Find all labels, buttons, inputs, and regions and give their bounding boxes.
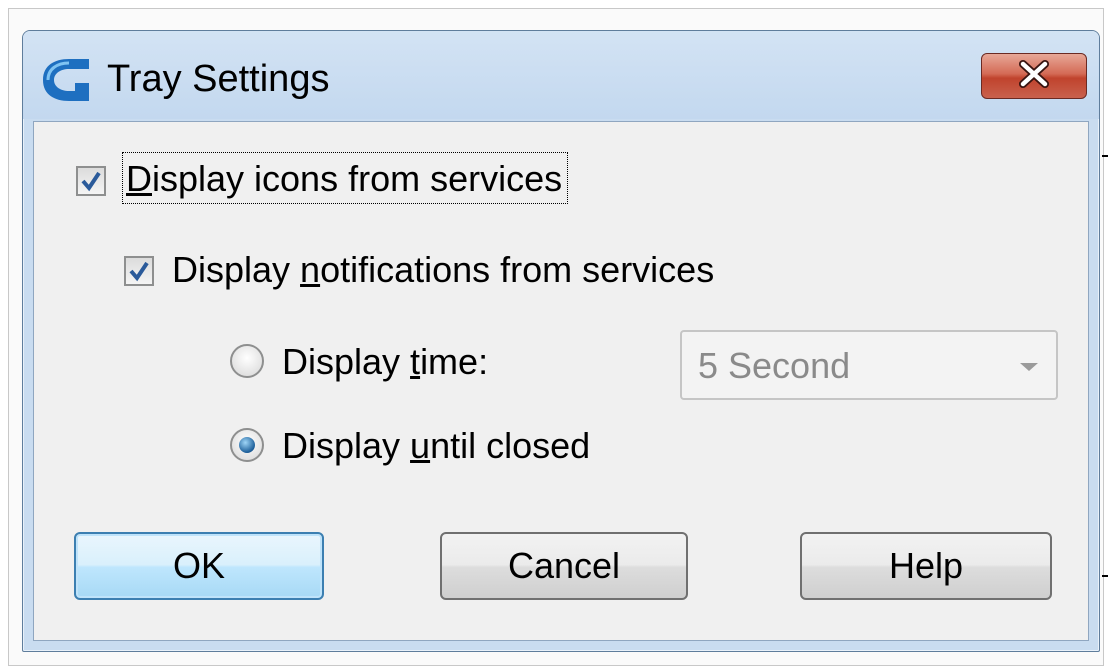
cancel-button[interactable]: Cancel xyxy=(440,532,688,600)
display-time-select[interactable]: 5 Second xyxy=(680,330,1058,400)
background-edge-mark xyxy=(1102,575,1108,577)
checkmark-icon xyxy=(81,171,101,192)
app-logo-icon xyxy=(39,57,91,103)
close-button[interactable] xyxy=(981,53,1087,99)
display-until-closed-radio[interactable] xyxy=(230,428,264,462)
chevron-down-icon xyxy=(1018,360,1040,378)
background-edge-mark xyxy=(1102,155,1108,157)
ok-button[interactable]: OK xyxy=(74,532,324,600)
window-title: Tray Settings xyxy=(107,58,330,100)
display-icons-label[interactable]: Display icons from services xyxy=(126,157,562,201)
display-time-value: 5 Second xyxy=(698,345,851,386)
checkmark-icon xyxy=(129,261,149,282)
display-time-radio[interactable] xyxy=(230,344,264,378)
title-bar[interactable]: Tray Settings xyxy=(23,31,1099,119)
display-icons-checkbox[interactable] xyxy=(76,166,106,196)
radio-selected-dot xyxy=(239,437,255,453)
display-notifications-label[interactable]: Display notifications from services xyxy=(172,248,714,292)
help-button[interactable]: Help xyxy=(800,532,1052,600)
display-notifications-checkbox[interactable] xyxy=(124,256,154,286)
display-time-label[interactable]: Display time: xyxy=(282,340,488,384)
display-until-closed-label[interactable]: Display until closed xyxy=(282,424,590,468)
close-icon xyxy=(1014,59,1054,93)
